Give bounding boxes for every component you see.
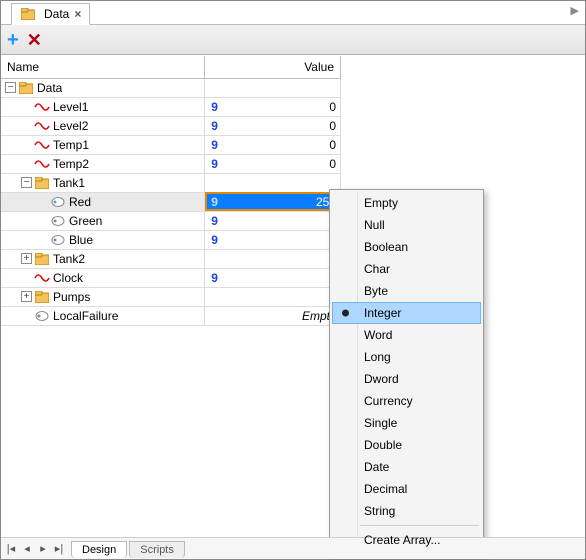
tree-row-green[interactable]: Green 90	[1, 211, 341, 230]
type-glyph: 9	[211, 138, 218, 152]
node-label: Temp2	[53, 157, 89, 171]
node-label: Pumps	[53, 290, 90, 304]
menu-item-null[interactable]: Null	[332, 214, 481, 236]
type-glyph: 9	[211, 214, 218, 228]
collapse-icon[interactable]: −	[5, 82, 16, 93]
tag-icon	[50, 233, 66, 247]
menu-item-word[interactable]: Word	[332, 324, 481, 346]
nav-prev-icon[interactable]: ◂	[19, 542, 35, 555]
tree-row-pumps[interactable]: + Pumps	[1, 287, 341, 306]
expand-icon[interactable]: +	[21, 253, 32, 264]
type-glyph: 9	[211, 271, 218, 285]
type-glyph: 9	[211, 195, 218, 209]
menu-item-string[interactable]: String	[332, 500, 481, 522]
tag-icon	[50, 195, 66, 209]
menu-item-dword[interactable]: Dword	[332, 368, 481, 390]
value-cell[interactable]: 255	[218, 195, 336, 209]
menu-item-single[interactable]: Single	[332, 412, 481, 434]
type-glyph: 9	[211, 233, 218, 247]
close-icon[interactable]: ×	[74, 7, 81, 21]
menu-item-char[interactable]: Char	[332, 258, 481, 280]
tree-row-clock[interactable]: Clock 9	[1, 268, 341, 287]
value-cell[interactable]: 0	[218, 100, 336, 114]
tag-icon	[34, 309, 50, 323]
tree-row-temp2[interactable]: Temp2 90	[1, 154, 341, 173]
node-label: Data	[37, 81, 62, 95]
value-cell[interactable]: 0	[218, 157, 336, 171]
type-glyph: 9	[211, 100, 218, 114]
menu-item-date[interactable]: Date	[332, 456, 481, 478]
column-header-value[interactable]: Value	[205, 56, 341, 78]
menu-item-empty[interactable]: Empty	[332, 192, 481, 214]
menu-item-decimal[interactable]: Decimal	[332, 478, 481, 500]
value-cell[interactable]: Empty	[211, 309, 336, 323]
bottom-tab-scripts[interactable]: Scripts	[129, 541, 185, 558]
node-label: Tank1	[53, 176, 85, 190]
menu-item-boolean[interactable]: Boolean	[332, 236, 481, 258]
toolbar: + ✕	[1, 25, 585, 55]
tab-scroll-right-icon[interactable]: ▶	[571, 4, 579, 17]
menu-separator	[360, 525, 479, 526]
node-label: Clock	[53, 271, 83, 285]
node-label: Temp1	[53, 138, 89, 152]
signal-icon	[34, 119, 50, 133]
folder-icon	[34, 176, 50, 190]
tree-row-red[interactable]: Red 9255	[1, 192, 341, 211]
menu-item-byte[interactable]: Byte	[332, 280, 481, 302]
tree-row-data[interactable]: − Data	[1, 78, 341, 97]
menu-item-integer[interactable]: Integer	[332, 302, 481, 324]
signal-icon	[34, 157, 50, 171]
type-glyph: 9	[211, 157, 218, 171]
nav-last-icon[interactable]: ▸|	[51, 542, 67, 555]
tab-nav-buttons: |◂ ◂ ▸ ▸|	[1, 542, 69, 555]
node-label: Blue	[69, 233, 93, 247]
folder-icon	[34, 290, 50, 304]
tree-row-blue[interactable]: Blue 90	[1, 230, 341, 249]
expand-icon[interactable]: +	[21, 291, 32, 302]
bottom-tab-design[interactable]: Design	[71, 541, 127, 558]
document-tabstrip: Data × ▶	[1, 1, 585, 25]
node-label: Tank2	[53, 252, 85, 266]
value-cell[interactable]: 0	[218, 138, 336, 152]
nav-next-icon[interactable]: ▸	[35, 542, 51, 555]
bullet-icon	[342, 310, 349, 317]
grid-area: Name Value − Data Level1	[1, 56, 585, 537]
menu-item-currency[interactable]: Currency	[332, 390, 481, 412]
signal-icon	[34, 271, 50, 285]
bottom-tabbar: |◂ ◂ ▸ ▸| Design Scripts	[1, 537, 585, 559]
node-label: Green	[69, 214, 102, 228]
collapse-icon[interactable]: −	[21, 177, 32, 188]
tree-row-level1[interactable]: Level1 90	[1, 97, 341, 116]
value-cell[interactable]: 0	[218, 119, 336, 133]
document-tab-data[interactable]: Data ×	[11, 3, 90, 25]
node-label: LocalFailure	[53, 309, 118, 323]
column-header-name[interactable]: Name	[1, 56, 205, 78]
node-label: Red	[69, 195, 91, 209]
tree-row-tank1[interactable]: − Tank1	[1, 173, 341, 192]
folder-icon	[34, 252, 50, 266]
folder-icon	[18, 81, 34, 95]
tag-icon	[50, 214, 66, 228]
signal-icon	[34, 138, 50, 152]
type-glyph: 9	[211, 119, 218, 133]
node-label: Level2	[53, 119, 88, 133]
delete-button[interactable]: ✕	[27, 31, 42, 49]
value-cell[interactable]: 0	[218, 233, 336, 247]
value-cell[interactable]: 0	[218, 214, 336, 228]
signal-icon	[34, 100, 50, 114]
folder-icon	[20, 7, 36, 21]
tree-row-localfailure[interactable]: LocalFailure Empty	[1, 306, 341, 325]
data-grid: Name Value − Data Level1	[1, 56, 341, 326]
menu-item-create-array[interactable]: Create Array...	[332, 529, 481, 551]
tree-row-temp1[interactable]: Temp1 90	[1, 135, 341, 154]
document-tab-label: Data	[44, 7, 69, 21]
menu-item-double[interactable]: Double	[332, 434, 481, 456]
type-context-menu: Empty Null Boolean Char Byte Integer Wor…	[329, 189, 484, 554]
menu-item-long[interactable]: Long	[332, 346, 481, 368]
add-button[interactable]: +	[7, 30, 19, 50]
node-label: Level1	[53, 100, 88, 114]
nav-first-icon[interactable]: |◂	[3, 542, 19, 555]
tree-row-tank2[interactable]: + Tank2	[1, 249, 341, 268]
tree-row-level2[interactable]: Level2 90	[1, 116, 341, 135]
